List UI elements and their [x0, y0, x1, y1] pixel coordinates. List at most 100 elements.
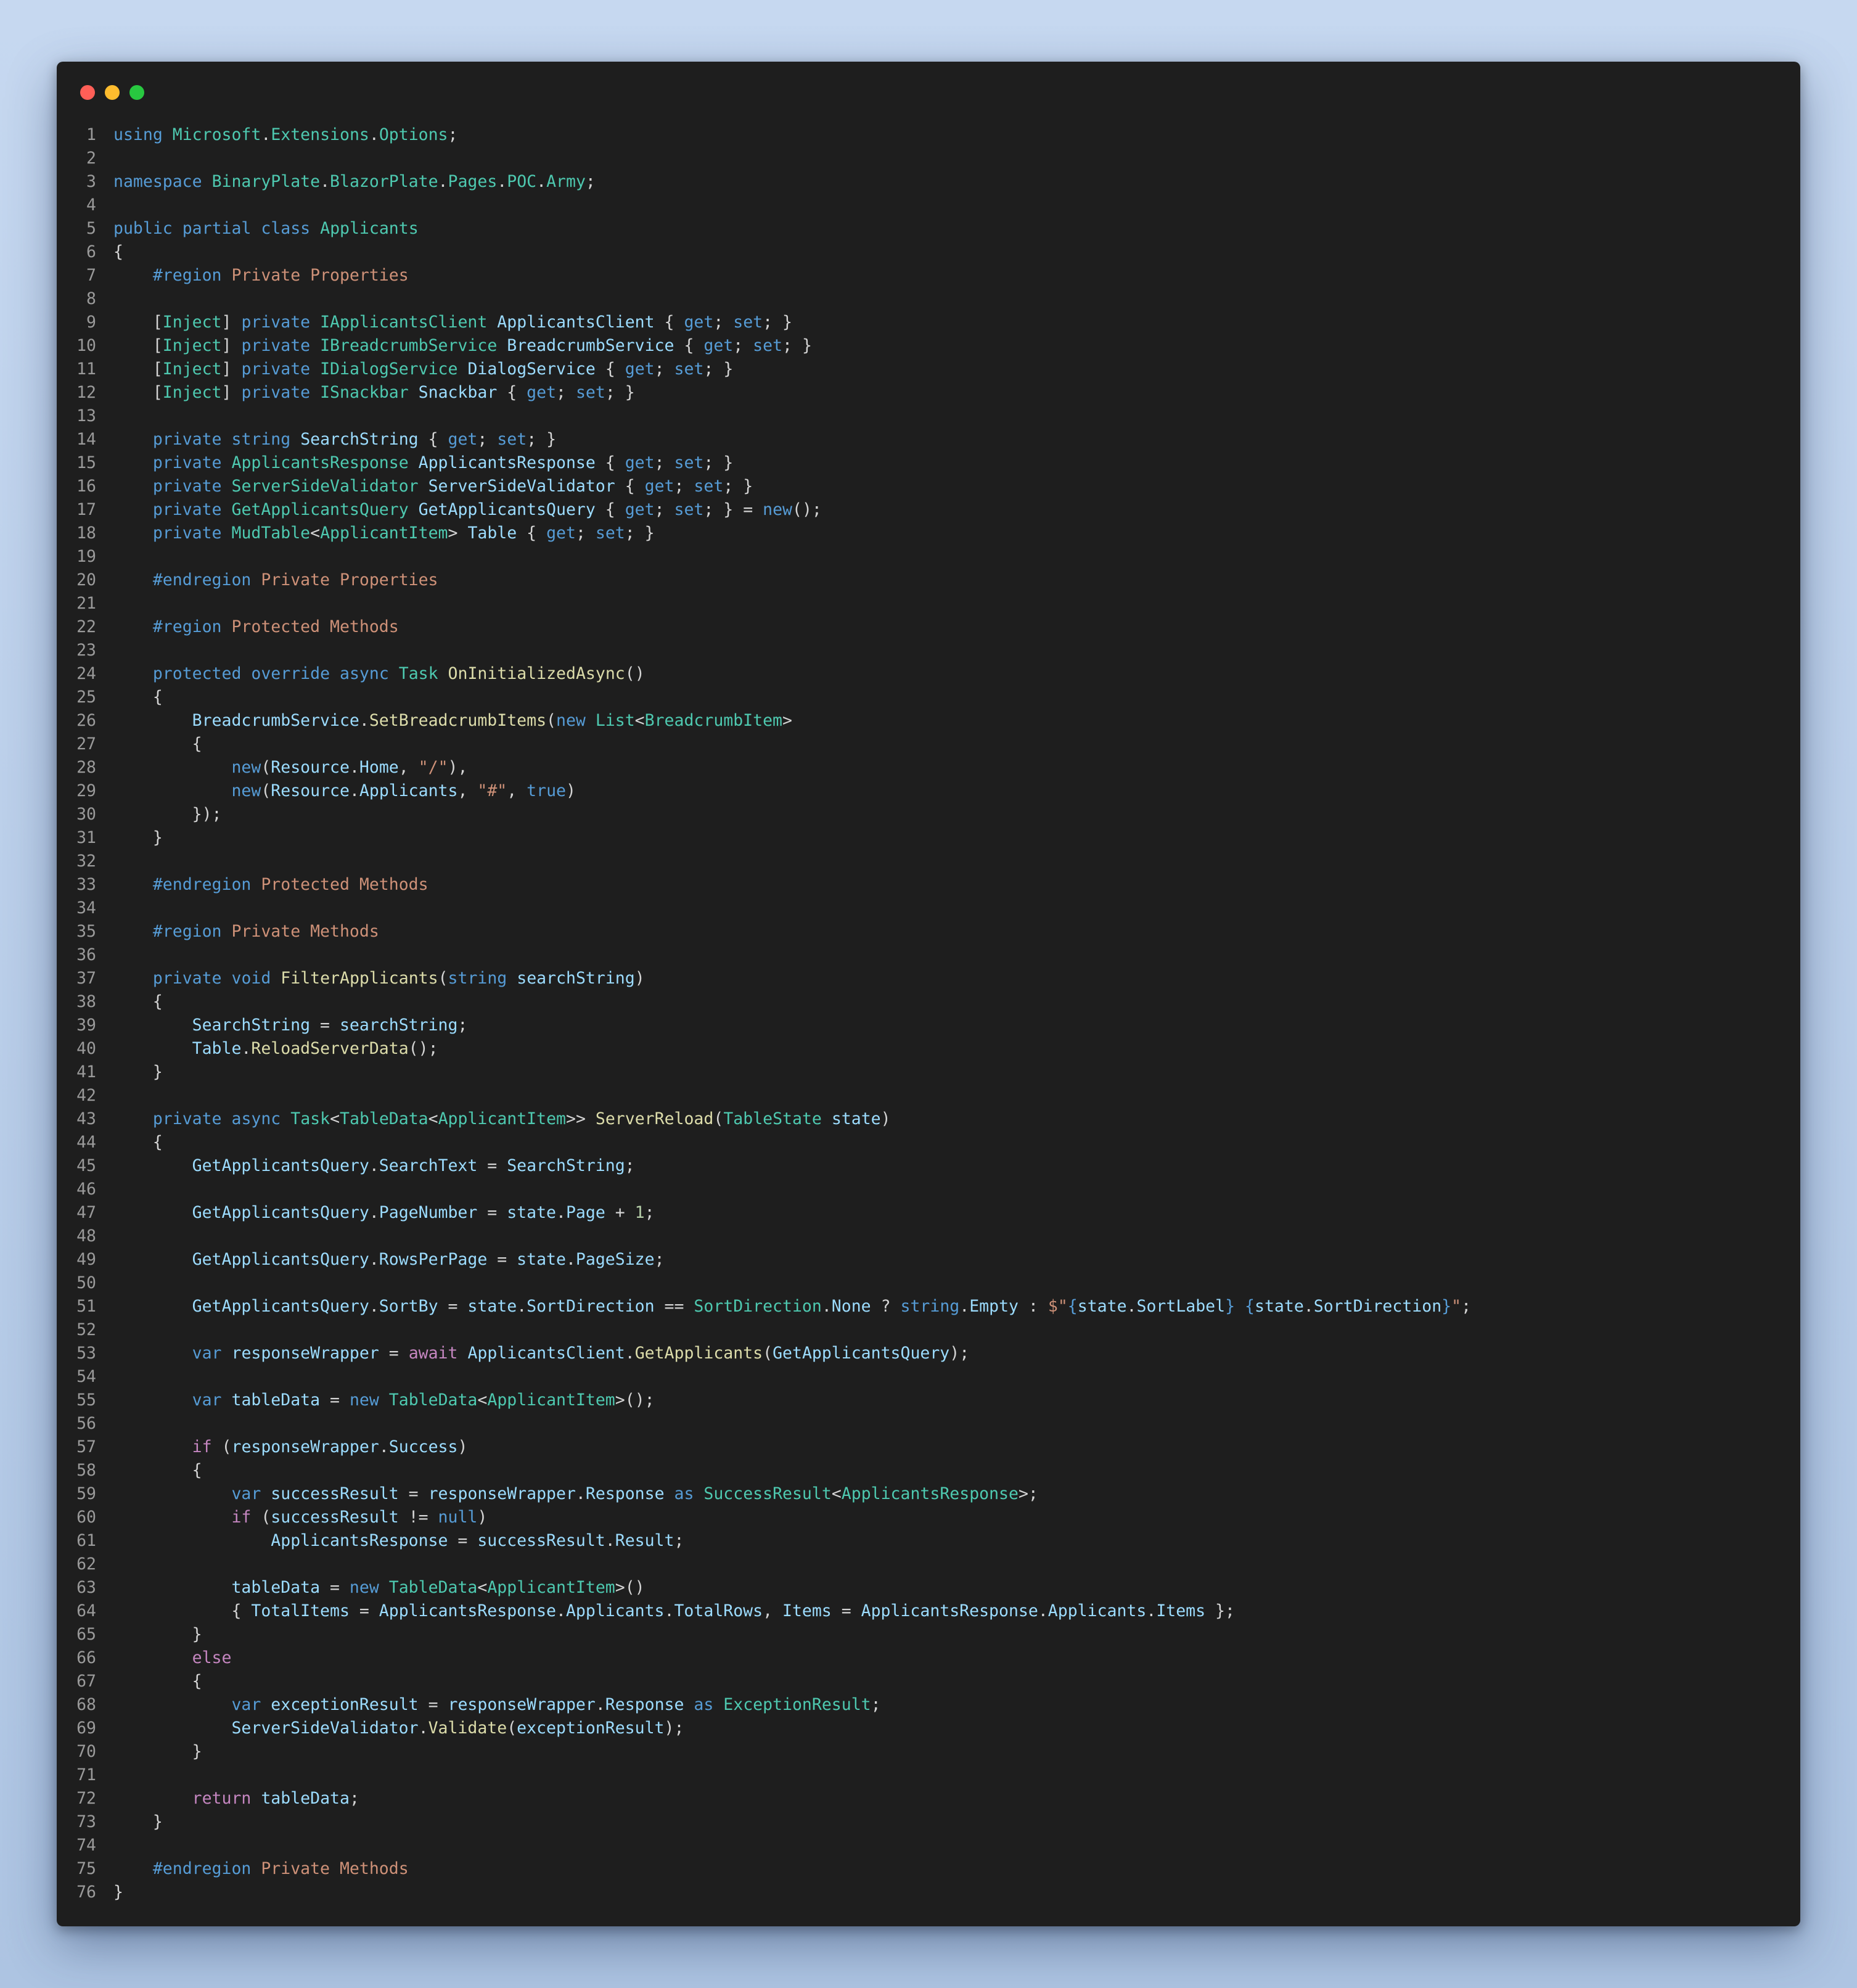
- code-line: 61 ApplicantsResponse = successResult.Re…: [57, 1529, 1800, 1553]
- code-token: #region: [152, 266, 222, 285]
- line-number: 42: [76, 1086, 96, 1105]
- code-token: responseWrapper: [428, 1484, 576, 1503]
- code-line: 11 [Inject] private IDialogService Dialo…: [57, 358, 1800, 381]
- line-number: 1: [86, 125, 96, 144]
- code-line: 33 #endregion Protected Methods: [57, 873, 1800, 897]
- code-token: ): [457, 1437, 468, 1456]
- code-token: Applicants: [565, 1601, 665, 1620]
- code-token: SortLabel: [1136, 1297, 1226, 1316]
- code-text: private async Task<TableData<ApplicantIt…: [113, 1107, 891, 1131]
- code-token: <: [310, 524, 321, 543]
- code-text: {: [113, 733, 202, 756]
- code-token: ;: [733, 336, 753, 355]
- code-line: 73 }: [57, 1810, 1800, 1834]
- code-token: .: [241, 1039, 252, 1058]
- code-text: });: [113, 803, 222, 826]
- line-number: 69: [76, 1719, 96, 1738]
- code-token: =: [379, 1344, 409, 1363]
- code-token: ;: [654, 1250, 665, 1269]
- minimize-button[interactable]: [105, 85, 120, 100]
- code-token: GetApplicantsQuery: [192, 1297, 369, 1316]
- code-token: {: [595, 500, 625, 519]
- code-token: {: [517, 524, 547, 543]
- code-token: string: [900, 1297, 960, 1316]
- code-token: >: [782, 711, 792, 730]
- code-token: public: [113, 219, 173, 238]
- code-token: set: [575, 383, 605, 402]
- code-token: (: [763, 1344, 773, 1363]
- code-token: [: [113, 313, 163, 332]
- code-text: [Inject] private ISnackbar Snackbar { ge…: [113, 381, 635, 405]
- code-token: var: [192, 1344, 222, 1363]
- code-token: private: [152, 524, 222, 543]
- code-token: 1: [634, 1203, 645, 1222]
- code-line: 49 GetApplicantsQuery.RowsPerPage = stat…: [57, 1248, 1800, 1271]
- code-line: 25 {: [57, 686, 1800, 709]
- code-line: 57 if (responseWrapper.Success): [57, 1436, 1800, 1459]
- code-token: new: [349, 1390, 379, 1410]
- code-token: state: [1077, 1297, 1127, 1316]
- line-number: 17: [76, 500, 96, 519]
- maximize-button[interactable]: [129, 85, 144, 100]
- window-controls: [80, 85, 144, 100]
- code-token: <: [477, 1390, 488, 1410]
- code-token: get: [625, 500, 655, 519]
- code-token: ;: [644, 1203, 655, 1222]
- code-token: .: [1146, 1601, 1157, 1620]
- code-token: ; }: [703, 453, 734, 472]
- code-token: {: [418, 430, 448, 449]
- code-token: var: [231, 1695, 261, 1714]
- code-token: }: [1441, 1297, 1452, 1316]
- code-editor[interactable]: 1 using Microsoft.Extensions.Options; 2 3 na…: [57, 123, 1800, 1904]
- code-line: 1 using Microsoft.Extensions.Options;: [57, 123, 1800, 147]
- code-token: get: [546, 524, 576, 543]
- code-token: {: [113, 1601, 252, 1620]
- code-token: .: [605, 1531, 615, 1550]
- code-token: await: [408, 1344, 458, 1363]
- code-token: .: [369, 1156, 379, 1175]
- line-number: 71: [76, 1765, 96, 1785]
- code-token: TableData: [388, 1578, 478, 1597]
- code-token: Private Methods: [221, 922, 379, 941]
- line-number: 5: [86, 219, 96, 238]
- code-token: (: [713, 1109, 724, 1128]
- code-token: ApplicantsResponse: [271, 1531, 448, 1550]
- line-number: 24: [76, 664, 96, 683]
- line-number: 74: [76, 1836, 96, 1855]
- code-token: #region: [152, 617, 222, 636]
- code-token: Options: [379, 125, 448, 144]
- code-line: 16 private ServerSideValidator ServerSid…: [57, 475, 1800, 498]
- code-token: ApplicantsResponse: [231, 453, 409, 472]
- code-token: ApplicantItem: [487, 1390, 615, 1410]
- code-token: .: [1303, 1297, 1314, 1316]
- code-token: RowsPerPage: [379, 1250, 488, 1269]
- code-token: TableData: [388, 1390, 478, 1410]
- code-line: 72 return tableData;: [57, 1787, 1800, 1810]
- code-token: ; } =: [703, 500, 763, 519]
- line-number: 53: [76, 1344, 96, 1363]
- line-number: 4: [86, 195, 96, 215]
- code-line: 31 }: [57, 826, 1800, 850]
- close-button[interactable]: [80, 85, 95, 100]
- line-number: 11: [76, 359, 96, 379]
- code-token: PageNumber: [379, 1203, 478, 1222]
- code-line: 40 Table.ReloadServerData();: [57, 1037, 1800, 1061]
- code-line: 3 namespace BinaryPlate.BlazorPlate.Pages…: [57, 170, 1800, 194]
- code-token: SortDirection: [1313, 1297, 1442, 1316]
- code-token: searchString: [339, 1016, 458, 1035]
- code-line: 53 var responseWrapper = await Applicant…: [57, 1342, 1800, 1365]
- code-line: 59 var successResult = responseWrapper.R…: [57, 1482, 1800, 1506]
- code-text: }: [113, 1810, 163, 1834]
- code-token: ApplicantsResponse: [841, 1484, 1019, 1503]
- code-token: :: [1018, 1297, 1048, 1316]
- code-token: Applicants: [320, 219, 419, 238]
- code-line: 22 #region Protected Methods: [57, 615, 1800, 639]
